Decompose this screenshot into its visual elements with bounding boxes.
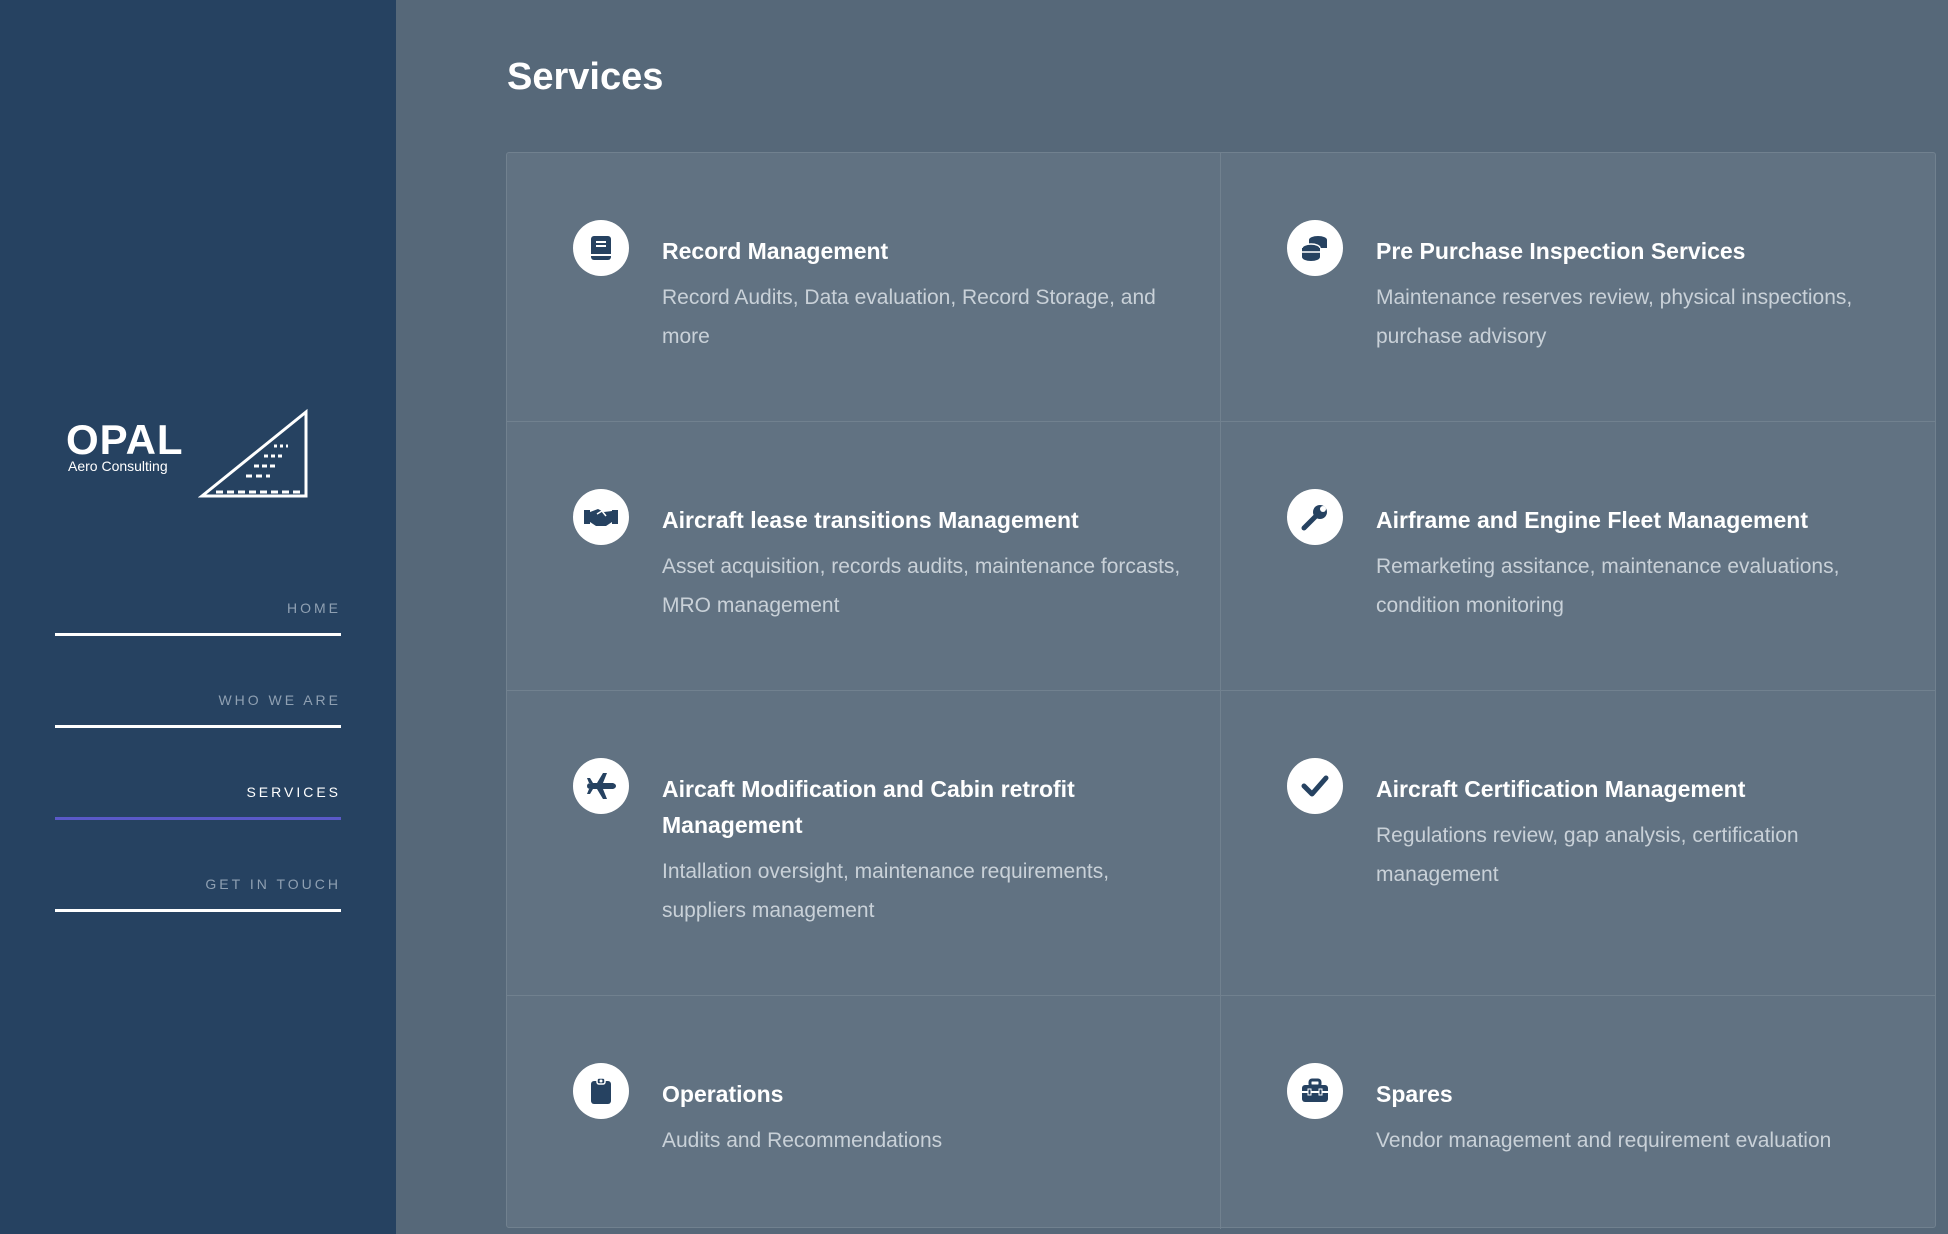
toolbox-icon <box>1287 1063 1343 1119</box>
service-description: Record Audits, Data evaluation, Record S… <box>662 286 1156 348</box>
nav-item-label: WHO WE ARE <box>218 692 341 708</box>
service-card-modification-retrofit: Aircaft Modification and Cabin retrofit … <box>507 691 1221 996</box>
handshake-icon <box>573 489 629 545</box>
services-grid: Record Management Record Audits, Data ev… <box>506 152 1936 1229</box>
nav-item-label: HOME <box>287 600 341 616</box>
runway-logo-icon <box>198 408 308 498</box>
nav-underline-active <box>55 817 341 820</box>
service-title: Operations <box>662 1081 784 1107</box>
brand-tagline: Aero Consulting <box>68 458 168 474</box>
nav-item-get-in-touch[interactable]: GET IN TOUCH <box>55 856 341 948</box>
service-description: Asset acquisition, records audits, maint… <box>662 555 1181 617</box>
wrench-icon <box>1287 489 1343 545</box>
service-description: Vendor management and requirement evalua… <box>1376 1129 1832 1152</box>
service-title: Aircraft lease transitions Management <box>662 507 1079 533</box>
nav-underline <box>55 633 341 636</box>
service-description: Maintenance reserves review, physical in… <box>1376 286 1853 348</box>
nav-underline <box>55 725 341 728</box>
service-title: Aircaft Modification and Cabin retrofit … <box>662 776 1075 838</box>
service-card-pre-purchase-inspection: Pre Purchase Inspection Services Mainten… <box>1221 153 1935 422</box>
nav-underline <box>55 909 341 912</box>
service-title: Pre Purchase Inspection Services <box>1376 238 1746 264</box>
service-title: Aircraft Certification Management <box>1376 776 1746 802</box>
nav-item-label: SERVICES <box>246 784 341 800</box>
brand-name: OPAL <box>66 416 184 463</box>
service-card-fleet-management: Airframe and Engine Fleet Management Rem… <box>1221 422 1935 691</box>
nav-item-label: GET IN TOUCH <box>205 876 341 892</box>
service-title: Record Management <box>662 238 889 264</box>
service-title: Spares <box>1376 1081 1453 1107</box>
check-icon <box>1287 758 1343 814</box>
service-title: Airframe and Engine Fleet Management <box>1376 507 1808 533</box>
service-card-lease-transitions: Aircraft lease transitions Management As… <box>507 422 1221 691</box>
coins-icon <box>1287 220 1343 276</box>
nav-item-home[interactable]: HOME <box>55 580 341 672</box>
page-title: Services <box>507 56 664 98</box>
service-description: Remarketing assitance, maintenance evalu… <box>1376 555 1840 617</box>
main-nav: HOME WHO WE ARE SERVICES GET IN TOUCH <box>55 580 341 948</box>
nav-item-services[interactable]: SERVICES <box>55 764 341 856</box>
service-card-certification: Aircraft Certification Management Regula… <box>1221 691 1935 996</box>
book-icon <box>573 220 629 276</box>
service-description: Audits and Recommendations <box>662 1129 943 1152</box>
service-card-record-management: Record Management Record Audits, Data ev… <box>507 153 1221 422</box>
plane-icon <box>573 758 629 814</box>
service-card-spares: Spares Vendor management and requirement… <box>1221 996 1935 1229</box>
sidebar: OPAL Aero Consulting HOME WHO WE ARE SER… <box>0 0 396 1234</box>
nav-item-who-we-are[interactable]: WHO WE ARE <box>55 672 341 764</box>
brand-logo[interactable]: OPAL Aero Consulting <box>64 408 314 500</box>
service-card-operations: Operations Audits and Recommendations <box>507 996 1221 1229</box>
clipboard-icon <box>573 1063 629 1119</box>
service-description: Intallation oversight, maintenance requi… <box>662 860 1110 922</box>
main-content: Services Record Management Record Audits… <box>396 0 1948 1234</box>
service-description: Regulations review, gap analysis, certif… <box>1376 824 1799 886</box>
